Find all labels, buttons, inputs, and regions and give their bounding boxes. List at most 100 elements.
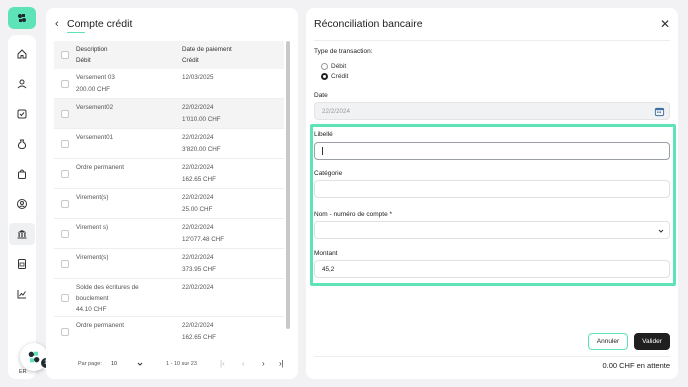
dialog-title: Réconciliation bancaire bbox=[314, 18, 423, 30]
row-description: Ordre permanent bbox=[76, 322, 124, 329]
sidebar: ER bbox=[8, 7, 36, 379]
per-page-select[interactable]: 10 bbox=[111, 361, 117, 367]
transactions-panel: ‹ Compte crédit Description Débit Date d… bbox=[46, 8, 298, 379]
row-credit: 162.65 CHF bbox=[182, 334, 216, 341]
date-label: Date bbox=[314, 92, 328, 99]
transactions-table: Description Débit Date de paiement Crédi… bbox=[54, 41, 284, 347]
table-row[interactable]: Versement01 22/02/2024 3'820.00 CHF bbox=[54, 129, 284, 159]
next-page-icon[interactable]: › bbox=[262, 359, 265, 368]
user-circle-icon bbox=[17, 199, 27, 209]
sidebar-item-documents[interactable] bbox=[11, 253, 33, 275]
radio-credit[interactable] bbox=[321, 73, 328, 80]
row-checkbox[interactable] bbox=[61, 170, 69, 178]
row-checkbox[interactable] bbox=[61, 140, 69, 148]
account-label: Nom - numéro de compte * bbox=[314, 211, 393, 218]
calendar-icon[interactable] bbox=[654, 106, 665, 117]
row-credit: 12'077.48 CHF bbox=[182, 236, 225, 243]
prev-page-icon[interactable]: ‹ bbox=[242, 359, 245, 368]
chevron-down-icon[interactable] bbox=[657, 227, 665, 235]
libelle-input[interactable] bbox=[314, 142, 670, 160]
table-row[interactable]: Virement s) 22/02/2024 12'077.48 CHF bbox=[54, 219, 284, 249]
back-chevron-icon[interactable]: ‹ bbox=[55, 18, 67, 30]
montant-input[interactable]: 45,2 bbox=[314, 260, 670, 278]
logo-icon bbox=[18, 14, 26, 22]
row-checkbox[interactable] bbox=[61, 200, 69, 208]
per-page-label: Par page: bbox=[78, 361, 102, 367]
page-range: 1 - 10 sur 23 bbox=[166, 361, 197, 367]
table-row[interactable]: Virement(s) 22/02/2024 25.00 CHF bbox=[54, 189, 284, 219]
categorie-input[interactable] bbox=[314, 180, 670, 198]
radio-credit-label[interactable]: Crédit bbox=[331, 73, 348, 80]
pagination: Par page: 10 1 - 10 sur 23 |‹ ‹ › ›| bbox=[78, 357, 292, 371]
row-date: 22/02/2024 bbox=[182, 104, 214, 111]
chart-line-icon bbox=[17, 290, 26, 299]
sidebar-item-bank[interactable] bbox=[9, 223, 35, 245]
row-credit: 25.00 CHF bbox=[182, 206, 213, 213]
table-row[interactable]: Versement 03 200.00 CHF 12/03/2025 bbox=[54, 69, 284, 99]
table-header: Description Débit Date de paiement Crédi… bbox=[54, 41, 284, 69]
table-scrollbar[interactable] bbox=[286, 41, 290, 329]
row-credit: 373.95 CHF bbox=[182, 266, 216, 273]
sidebar-item-profile[interactable] bbox=[11, 193, 33, 215]
radio-debit[interactable] bbox=[321, 63, 328, 70]
row-date: 22/02/2024 bbox=[182, 164, 214, 171]
row-description: Versement 03 bbox=[76, 74, 115, 81]
account-select[interactable] bbox=[314, 221, 670, 239]
document-icon bbox=[18, 259, 26, 269]
table-row[interactable]: Versement02 22/02/2024 1'010.00 CHF bbox=[54, 99, 284, 129]
reconciliation-dialog: Réconciliation bancaire ✕ Type de transa… bbox=[306, 8, 678, 379]
money-bag-icon bbox=[17, 139, 27, 150]
select-all-checkbox[interactable] bbox=[61, 51, 69, 59]
chevron-down-icon[interactable] bbox=[136, 360, 144, 368]
row-checkbox[interactable] bbox=[61, 328, 69, 336]
row-description: Solde des écritures de bouclement bbox=[76, 284, 139, 302]
cancel-button[interactable]: Annuler bbox=[588, 333, 628, 350]
pending-amount: 0.00 CHF en attente bbox=[602, 361, 670, 370]
home-icon bbox=[17, 49, 27, 59]
sidebar-item-finance[interactable] bbox=[11, 133, 33, 155]
date-value: 22/2/2024 bbox=[322, 108, 351, 115]
table-row[interactable]: Ordre permanent 22/02/2024 162.65 CHF bbox=[54, 317, 284, 347]
col-header-debit: Débit bbox=[76, 57, 91, 64]
row-checkbox[interactable] bbox=[61, 260, 69, 268]
categorie-label: Catégorie bbox=[314, 170, 343, 177]
transaction-type-label: Type de transaction: bbox=[314, 48, 373, 55]
radio-debit-label[interactable]: Débit bbox=[331, 63, 346, 70]
table-row[interactable]: Solde des écritures de bouclement 44.10 … bbox=[54, 279, 284, 317]
sidebar-item-contacts[interactable] bbox=[11, 73, 33, 95]
col-header-description: Description bbox=[76, 46, 108, 53]
last-page-icon[interactable]: ›| bbox=[279, 359, 284, 368]
app-logo[interactable] bbox=[8, 7, 36, 29]
sidebar-item-tasks[interactable] bbox=[11, 103, 33, 125]
row-description: Versement01 bbox=[76, 134, 114, 141]
table-row[interactable]: Virement(s) 22/02/2024 373.95 CHF bbox=[54, 249, 284, 279]
validate-button[interactable]: Valider bbox=[634, 333, 670, 350]
row-checkbox[interactable] bbox=[61, 110, 69, 118]
col-header-date: Date de paiement bbox=[182, 46, 232, 53]
sidebar-item-home[interactable] bbox=[11, 43, 33, 65]
row-date: 22/02/2024 bbox=[182, 284, 214, 291]
row-date: 22/02/2024 bbox=[182, 224, 214, 231]
row-description: Virement(s) bbox=[76, 254, 109, 261]
row-description: Virement(s) bbox=[76, 194, 109, 201]
contacts-icon bbox=[17, 79, 27, 89]
text-caret bbox=[322, 147, 323, 155]
close-icon[interactable]: ✕ bbox=[660, 17, 670, 31]
row-checkbox[interactable] bbox=[61, 230, 69, 238]
divider bbox=[314, 40, 670, 41]
table-row[interactable]: Ordre permanent 22/02/2024 162.65 CHF bbox=[54, 159, 284, 189]
sidebar-item-shop[interactable] bbox=[11, 163, 33, 185]
first-page-icon[interactable]: |‹ bbox=[220, 359, 225, 368]
user-initials: ER bbox=[19, 369, 27, 375]
row-date: 22/02/2024 bbox=[182, 322, 214, 329]
bank-icon bbox=[17, 230, 27, 239]
libelle-label: Libellé bbox=[314, 131, 333, 138]
row-checkbox[interactable] bbox=[61, 80, 69, 88]
row-credit: 3'820.00 CHF bbox=[182, 146, 221, 153]
row-date: 12/03/2025 bbox=[182, 74, 214, 81]
date-field: 22/2/2024 bbox=[314, 102, 670, 120]
row-credit: 162.65 CHF bbox=[182, 176, 216, 183]
row-checkbox[interactable] bbox=[61, 294, 69, 302]
sidebar-item-reports[interactable] bbox=[11, 283, 33, 305]
sidebar-nav bbox=[8, 35, 36, 379]
